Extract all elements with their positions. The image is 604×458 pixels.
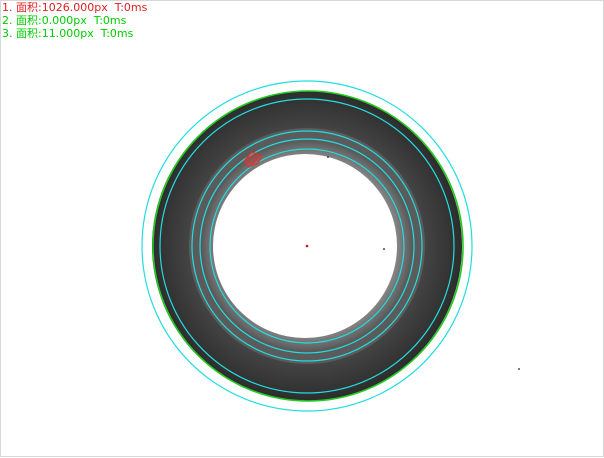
inspection-image <box>141 80 520 412</box>
debris-speck <box>518 368 520 370</box>
measurement-index: 3. <box>2 27 13 40</box>
measurement-index: 1. <box>2 1 13 14</box>
measurement-time: T:0ms <box>93 14 127 27</box>
measurement-label: 面积: <box>16 1 42 14</box>
center-mark <box>305 244 309 248</box>
measurement-index: 2. <box>2 14 13 27</box>
inspection-viewport: 1. 面积:1026.000px T:0ms 2. 面积:0.000px T:0… <box>0 0 604 457</box>
measurement-label: 面积: <box>16 14 42 27</box>
measurement-value: 1026.000px <box>41 1 108 14</box>
measurement-label: 面积: <box>16 27 42 40</box>
measurement-line-2: 2. 面积:0.000px T:0ms <box>2 14 147 27</box>
debris-speck <box>327 156 329 158</box>
measurement-time: T:0ms <box>114 1 148 14</box>
measurement-results: 1. 面积:1026.000px T:0ms 2. 面积:0.000px T:0… <box>2 1 147 40</box>
measurement-value: 0.000px <box>41 14 87 27</box>
measurement-time: T:0ms <box>100 27 134 40</box>
measurement-value: 11.000px <box>41 27 94 40</box>
debris-speck <box>383 248 385 250</box>
measurement-line-3: 3. 面积:11.000px T:0ms <box>2 27 147 40</box>
gasket-bore <box>213 154 397 338</box>
measurement-line-1: 1. 面积:1026.000px T:0ms <box>2 1 147 14</box>
